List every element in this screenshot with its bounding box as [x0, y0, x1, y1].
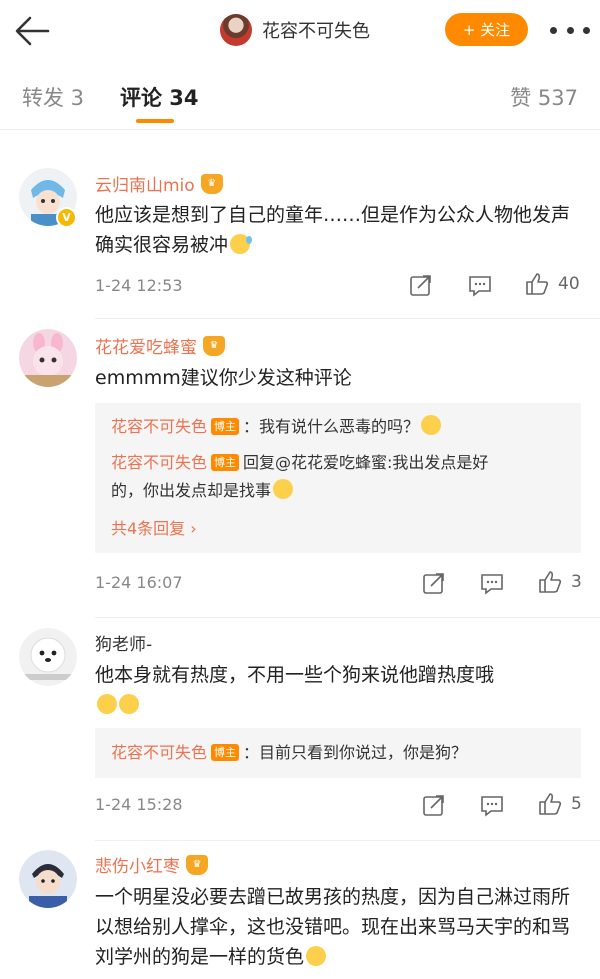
divider — [95, 617, 600, 618]
share-icon[interactable] — [421, 570, 447, 596]
crown-badge-icon: ♛ — [200, 173, 223, 194]
share-icon[interactable] — [421, 792, 447, 818]
divider — [95, 840, 600, 841]
comment-time: 1-24 12:53 — [95, 276, 183, 295]
scared-emoji-icon — [119, 694, 139, 714]
comment-text: 一个明星没必要去蹭已故男孩的热度，因为自己淋过雨所以想给别人撑伞，这也没错吧。现… — [95, 886, 571, 968]
reply-item: 花容不可失色 博主 回复@花花爱吃蜂蜜:我出发点是好 — [111, 453, 489, 472]
reply-item: 花容不可失色 博主 ：目前只看到你说过，你是狗？ — [111, 743, 468, 762]
follow-button[interactable]: + 关注 — [445, 13, 528, 46]
comment-icon[interactable] — [479, 570, 505, 596]
author-avatar[interactable] — [220, 14, 252, 46]
comment-text: 他本身就有热度，不用一些个狗来说他蹭热度哦 — [95, 660, 585, 720]
like-icon — [539, 793, 562, 815]
scared-emoji-icon — [97, 694, 117, 714]
reply-item: 花容不可失色 博主 ：我有说什么恶毒的吗？ — [111, 413, 442, 441]
crown-badge-icon: ♛ — [186, 854, 208, 875]
comment-time: 1-24 15:28 — [95, 795, 183, 814]
smile-emoji-icon — [306, 946, 327, 966]
comment-time: 1-24 16:07 — [95, 573, 183, 592]
like-button[interactable]: 40 — [524, 271, 580, 297]
tab-bar: 转发 3 评论 34 赞 537 — [0, 62, 600, 130]
reply-box: 花容不可失色 博主 ：目前只看到你说过，你是狗？ — [95, 728, 581, 778]
comment-icon[interactable] — [479, 792, 505, 818]
tab-likes[interactable]: 赞 537 — [510, 82, 578, 112]
reply-item-continued: 的，你出发点却是找事 — [111, 477, 294, 505]
comment-username[interactable]: 狗老师- — [95, 630, 152, 655]
like-icon — [539, 571, 562, 593]
like-button[interactable]: 5 — [537, 791, 582, 817]
share-icon[interactable] — [408, 272, 434, 298]
like-count: 3 — [571, 572, 582, 592]
like-count: 40 — [558, 274, 580, 294]
back-arrow-icon[interactable] — [10, 8, 56, 54]
page-title: 花容不可失色 — [262, 21, 370, 42]
avatar[interactable] — [19, 628, 77, 686]
more-replies-link[interactable]: 共4条回复 › — [111, 515, 197, 539]
like-button[interactable]: 3 — [537, 569, 582, 595]
tab-forward[interactable]: 转发 3 — [22, 82, 84, 112]
avatar[interactable] — [19, 329, 77, 387]
comment-username[interactable]: 云归南山mio ♛ — [95, 171, 223, 196]
top-bar: 花容不可失色 + 关注 — [0, 0, 600, 62]
reply-box: 花容不可失色 博主 ：我有说什么恶毒的吗？ 花容不可失色 博主 回复@花花爱吃蜂蜜:我出… — [95, 403, 581, 553]
crown-badge-icon: ♛ — [203, 335, 225, 356]
like-count: 5 — [571, 794, 582, 814]
verified-badge-icon: V — [56, 207, 77, 228]
more-dots-icon[interactable] — [550, 17, 590, 43]
active-tab-indicator — [136, 119, 174, 123]
sweat-emoji-icon — [230, 234, 253, 254]
smile-emoji-icon — [273, 479, 294, 499]
comment-text: emmmm建议你少发这种评论 — [95, 367, 352, 389]
comment-text: 他应该是想到了自己的童年……但是作为公众人物他发声确实很容易被冲 — [95, 204, 571, 256]
divider — [95, 318, 600, 319]
avatar[interactable] — [19, 850, 77, 908]
header-title-group[interactable]: 花容不可失色 — [220, 12, 370, 48]
comment-username[interactable]: 悲伤小红枣 ♛ — [95, 852, 208, 877]
comment-username[interactable]: 花花爱吃蜂蜜 ♛ — [95, 333, 225, 358]
comment-icon[interactable] — [467, 272, 493, 298]
smile-emoji-icon — [421, 415, 442, 435]
tab-comments[interactable]: 评论 34 — [120, 82, 199, 112]
like-icon — [526, 273, 549, 295]
